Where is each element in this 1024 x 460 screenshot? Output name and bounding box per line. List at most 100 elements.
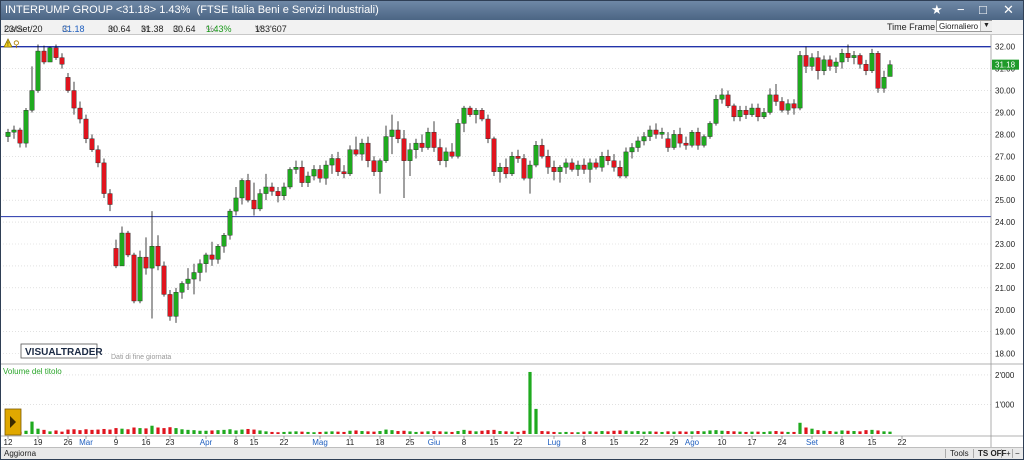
candle[interactable] bbox=[635, 136, 641, 152]
candle[interactable] bbox=[485, 114, 491, 144]
candle[interactable] bbox=[569, 158, 575, 172]
candle[interactable] bbox=[77, 101, 83, 124]
candle[interactable] bbox=[407, 143, 413, 177]
candle[interactable] bbox=[101, 158, 107, 198]
candle[interactable] bbox=[317, 165, 323, 183]
candle[interactable] bbox=[875, 51, 881, 93]
maximize-button[interactable]: □ bbox=[979, 2, 987, 18]
candle[interactable] bbox=[371, 156, 377, 177]
candle[interactable] bbox=[11, 125, 17, 139]
candle[interactable] bbox=[665, 132, 671, 152]
zoom-out-button[interactable]: − bbox=[1012, 449, 1022, 458]
candle[interactable] bbox=[347, 145, 353, 177]
candle[interactable] bbox=[521, 154, 527, 181]
minimize-button[interactable]: − bbox=[957, 2, 965, 18]
candle[interactable] bbox=[659, 127, 665, 139]
candle[interactable] bbox=[413, 138, 419, 159]
candle[interactable] bbox=[479, 108, 485, 122]
candle[interactable] bbox=[167, 290, 173, 321]
candle[interactable] bbox=[767, 88, 773, 115]
candle[interactable] bbox=[107, 189, 113, 212]
candle[interactable] bbox=[551, 160, 557, 181]
candle[interactable] bbox=[749, 103, 755, 117]
candle[interactable] bbox=[203, 252, 209, 273]
candle[interactable] bbox=[83, 114, 89, 144]
candle[interactable] bbox=[29, 66, 35, 113]
candle[interactable] bbox=[671, 129, 677, 150]
candle[interactable] bbox=[815, 51, 821, 80]
candle[interactable] bbox=[713, 94, 719, 126]
candle[interactable] bbox=[419, 134, 425, 152]
candle[interactable] bbox=[563, 158, 569, 174]
price-chart[interactable]: 32.0031.0030.0029.0028.0027.0026.0025.00… bbox=[1, 35, 1023, 447]
candle[interactable] bbox=[557, 165, 563, 183]
candle[interactable] bbox=[773, 83, 779, 106]
candle[interactable] bbox=[239, 178, 245, 205]
candle[interactable] bbox=[335, 151, 341, 177]
candle[interactable] bbox=[161, 261, 167, 297]
candle[interactable] bbox=[755, 103, 761, 122]
candle[interactable] bbox=[545, 149, 551, 174]
candle[interactable] bbox=[269, 182, 275, 196]
candle[interactable] bbox=[587, 158, 593, 183]
candle[interactable] bbox=[23, 108, 29, 148]
candle[interactable] bbox=[689, 129, 695, 148]
candle[interactable] bbox=[281, 182, 287, 201]
candle[interactable] bbox=[533, 140, 539, 168]
candle[interactable] bbox=[293, 160, 299, 174]
candle[interactable] bbox=[233, 186, 239, 216]
close-button[interactable]: ✕ bbox=[1003, 2, 1014, 18]
candle[interactable] bbox=[491, 136, 497, 177]
candle[interactable] bbox=[131, 252, 137, 304]
candle[interactable] bbox=[881, 70, 887, 93]
alert-icon[interactable]: ! bbox=[3, 38, 13, 48]
candle[interactable] bbox=[677, 127, 683, 148]
candle[interactable] bbox=[119, 226, 125, 267]
candle[interactable] bbox=[581, 158, 587, 174]
candle[interactable] bbox=[47, 46, 53, 63]
candle[interactable] bbox=[821, 55, 827, 76]
candle[interactable] bbox=[725, 90, 731, 109]
candle[interactable] bbox=[155, 235, 161, 271]
candle[interactable] bbox=[65, 72, 71, 93]
candle[interactable] bbox=[497, 162, 503, 183]
window-titlebar[interactable]: INTERPUMP GROUP <31.18> 1.43% (FTSE Ital… bbox=[1, 1, 1023, 20]
candle[interactable] bbox=[227, 208, 233, 240]
candle[interactable] bbox=[17, 127, 23, 148]
candle[interactable] bbox=[833, 57, 839, 73]
candle[interactable] bbox=[299, 160, 305, 187]
candle[interactable] bbox=[353, 136, 359, 157]
candle[interactable] bbox=[737, 105, 743, 122]
candle[interactable] bbox=[179, 281, 185, 299]
candle[interactable] bbox=[389, 114, 395, 155]
candle[interactable] bbox=[761, 108, 767, 120]
candle[interactable] bbox=[95, 145, 101, 168]
candle[interactable] bbox=[623, 147, 629, 179]
candle[interactable] bbox=[143, 237, 149, 275]
candle[interactable] bbox=[809, 53, 815, 71]
candle[interactable] bbox=[653, 123, 659, 139]
candle[interactable] bbox=[731, 103, 737, 122]
candle[interactable] bbox=[455, 119, 461, 159]
candle[interactable] bbox=[401, 129, 407, 198]
candle[interactable] bbox=[707, 121, 713, 139]
candle[interactable] bbox=[323, 160, 329, 185]
candle[interactable] bbox=[779, 97, 785, 113]
candle[interactable] bbox=[593, 158, 599, 170]
candle[interactable] bbox=[857, 53, 863, 69]
candle[interactable] bbox=[539, 138, 545, 159]
candle[interactable] bbox=[599, 151, 605, 172]
candle[interactable] bbox=[257, 189, 263, 212]
candle[interactable] bbox=[683, 136, 689, 150]
candle[interactable] bbox=[797, 51, 803, 111]
candle[interactable] bbox=[125, 230, 131, 258]
candle[interactable] bbox=[449, 143, 455, 159]
candle[interactable] bbox=[287, 167, 293, 190]
candle[interactable] bbox=[701, 134, 707, 148]
star-icon[interactable]: ★ bbox=[931, 2, 943, 18]
candle[interactable] bbox=[251, 182, 257, 216]
candle[interactable] bbox=[215, 243, 221, 264]
candle[interactable] bbox=[59, 53, 65, 69]
candle[interactable] bbox=[839, 48, 845, 69]
candle[interactable] bbox=[467, 105, 473, 117]
